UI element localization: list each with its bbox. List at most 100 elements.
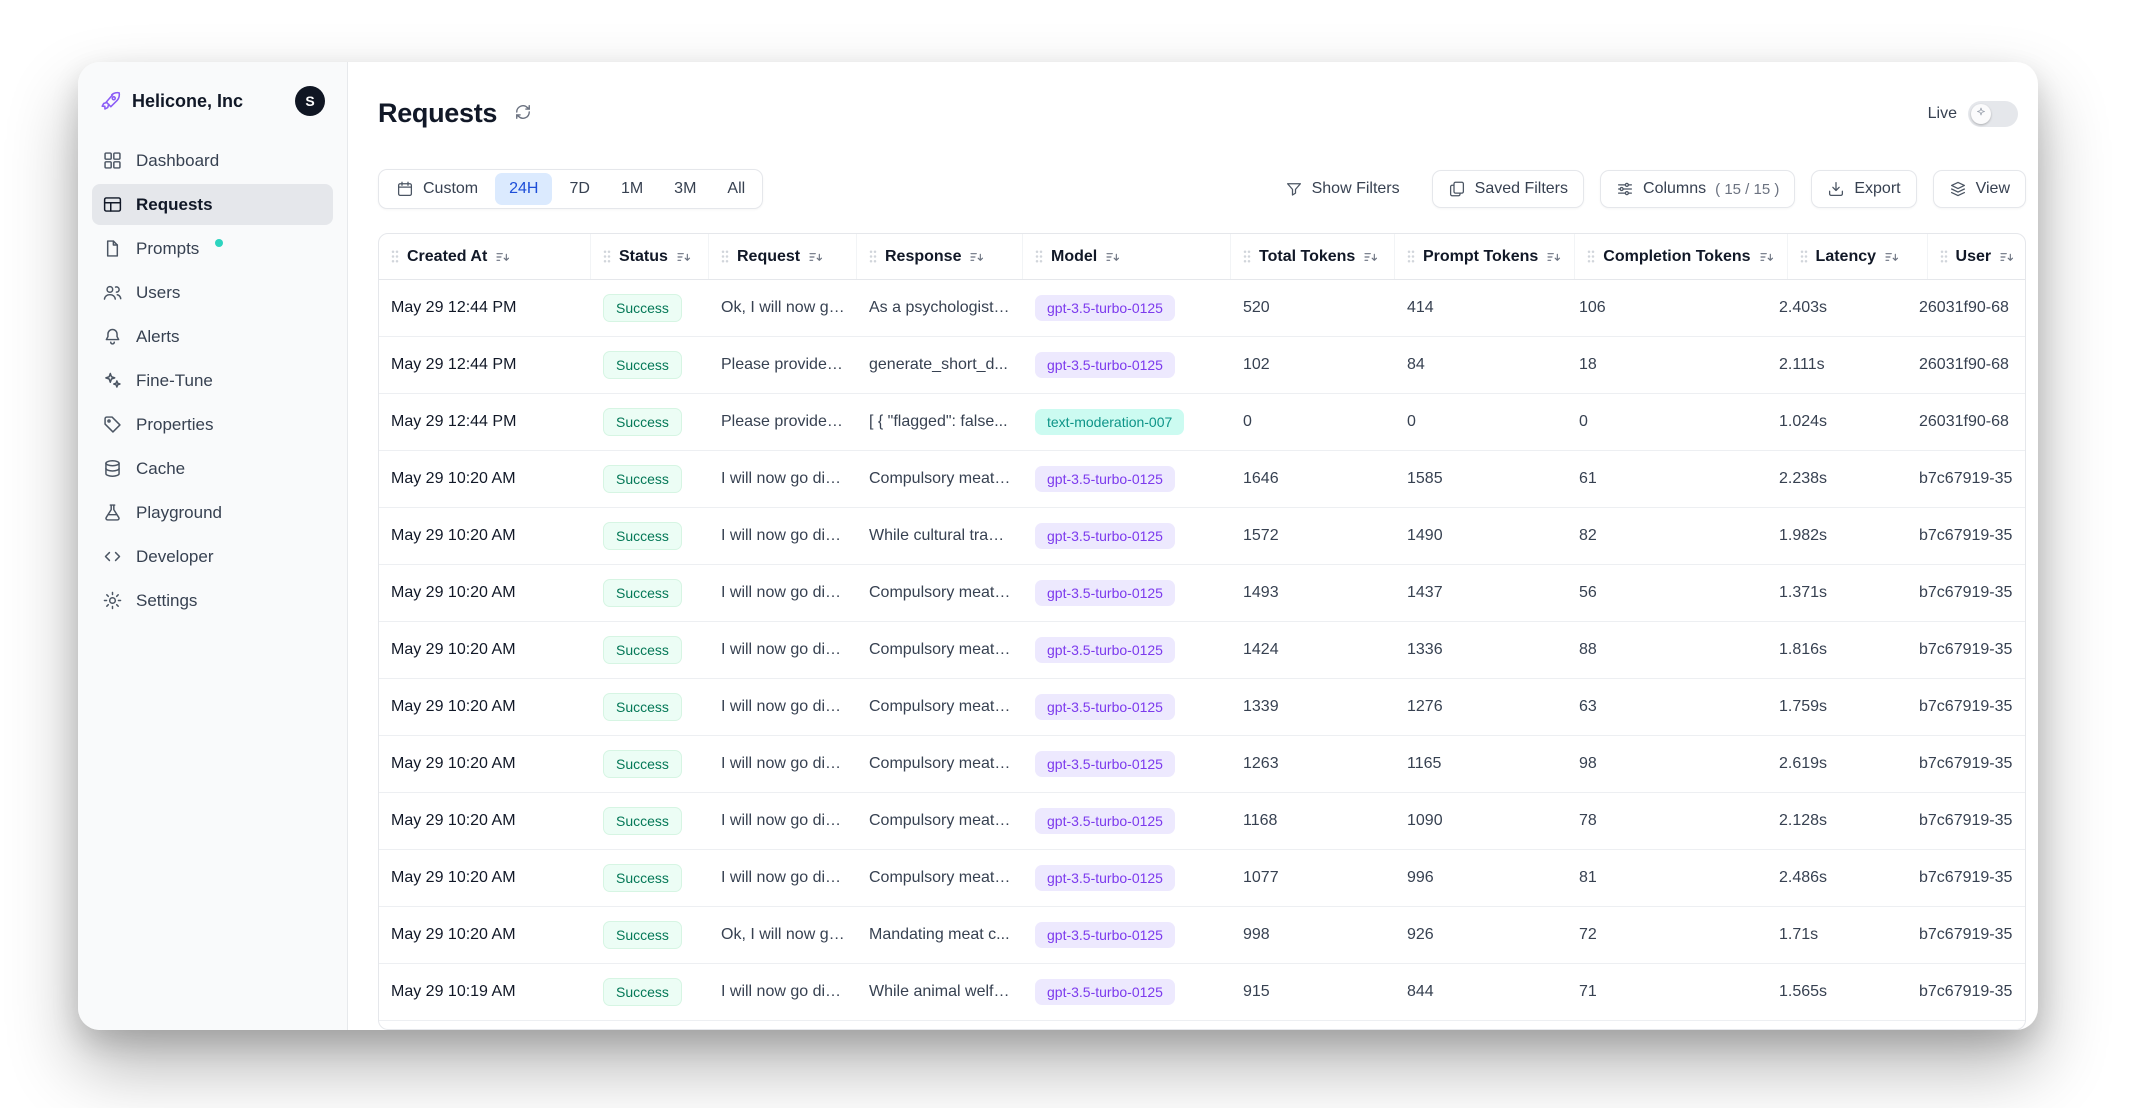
column-label: Request xyxy=(737,248,800,266)
table-row[interactable]: May 29 10:20 AMSuccessI will now go dire… xyxy=(379,622,2025,679)
sidebar-item-fine-tune[interactable]: Fine-Tune xyxy=(92,360,333,401)
cell-status: Success xyxy=(591,807,709,835)
range-tab-all[interactable]: All xyxy=(713,173,759,205)
drag-icon xyxy=(721,249,729,264)
table-row[interactable]: May 29 10:19 AMSuccessI will now go dire… xyxy=(379,964,2025,1021)
column-header-latency[interactable]: Latency xyxy=(1788,234,1928,279)
column-header-response[interactable]: Response xyxy=(857,234,1023,279)
column-header-completion-tokens[interactable]: Completion Tokens xyxy=(1575,234,1787,279)
column-header-status[interactable]: Status xyxy=(591,234,709,279)
cell-request: I will now go direct... xyxy=(709,983,857,1001)
cell-response: As a psychologist, ... xyxy=(857,299,1023,317)
sidebar-item-label: Requests xyxy=(136,195,213,215)
cell-response: Compulsory meat ... xyxy=(857,641,1023,659)
columns-button[interactable]: Columns( 15 / 15 ) xyxy=(1600,170,1795,208)
prompts-icon xyxy=(102,238,123,259)
cell-request: Please provide a s... xyxy=(709,356,857,374)
cell-model: gpt-3.5-turbo-0125 xyxy=(1023,694,1231,720)
sidebar-item-label: Settings xyxy=(136,591,197,611)
cell-latency: 1.024s xyxy=(1767,413,1907,431)
table-row[interactable]: May 29 10:20 AMSuccessI will now go dire… xyxy=(379,565,2025,622)
cell-request: I will now go direct... xyxy=(709,584,857,602)
sidebar-nav: Dashboard Requests PromptsUsersAlertsFine-… xyxy=(92,140,333,621)
cell-user: b7c67919-35 xyxy=(1907,641,2026,659)
cell-latency: 1.371s xyxy=(1767,584,1907,602)
export-button[interactable]: Export xyxy=(1811,170,1916,208)
live-control: Live xyxy=(1928,101,2026,127)
table-row[interactable]: May 29 10:20 AMSuccessOk, I will now giv… xyxy=(379,907,2025,964)
cell-prompt-tokens: 1336 xyxy=(1395,641,1567,659)
requests-icon xyxy=(102,194,123,215)
cell-total-tokens: 1572 xyxy=(1231,527,1395,545)
column-header-request[interactable]: Request xyxy=(709,234,857,279)
range-tab-3m[interactable]: 3M xyxy=(660,173,710,205)
range-tab-7d[interactable]: 7D xyxy=(555,173,603,205)
sidebar-item-properties[interactable]: Properties xyxy=(92,404,333,445)
sidebar-item-label: Cache xyxy=(136,459,185,479)
status-badge: Success xyxy=(603,693,682,721)
cell-completion-tokens: 88 xyxy=(1567,641,1767,659)
column-header-prompt-tokens[interactable]: Prompt Tokens xyxy=(1395,234,1575,279)
cell-user: b7c67919-35 xyxy=(1907,926,2026,944)
sort-icon xyxy=(1546,249,1562,265)
column-header-total-tokens[interactable]: Total Tokens xyxy=(1231,234,1395,279)
view-button[interactable]: View xyxy=(1933,170,2026,208)
sort-icon xyxy=(1363,249,1379,265)
fine-tune-icon xyxy=(102,370,123,391)
cell-created-at: May 29 10:20 AM xyxy=(379,698,591,716)
cell-completion-tokens: 82 xyxy=(1567,527,1767,545)
table-row[interactable]: May 29 10:20 AMSuccessI will now go dire… xyxy=(379,508,2025,565)
column-header-created-at[interactable]: Created At xyxy=(379,234,591,279)
cell-latency: 1.759s xyxy=(1767,698,1907,716)
table-row[interactable]: May 29 10:20 AMSuccessI will now go dire… xyxy=(379,736,2025,793)
model-badge: text-moderation-007 xyxy=(1035,409,1184,435)
sidebar-item-users[interactable]: Users xyxy=(92,272,333,313)
drag-icon xyxy=(1407,249,1415,264)
table-body: May 29 12:44 PMSuccessOk, I will now giv… xyxy=(379,280,2025,1021)
table-row[interactable]: May 29 10:20 AMSuccessI will now go dire… xyxy=(379,451,2025,508)
status-badge: Success xyxy=(603,636,682,664)
cell-model: gpt-3.5-turbo-0125 xyxy=(1023,922,1231,948)
page-header: Requests Live xyxy=(378,98,2026,129)
custom-range-button[interactable]: Custom xyxy=(382,173,492,205)
cell-prompt-tokens: 1090 xyxy=(1395,812,1567,830)
cell-user: b7c67919-35 xyxy=(1907,698,2026,716)
sidebar-item-playground[interactable]: Playground xyxy=(92,492,333,533)
drag-icon xyxy=(869,249,877,264)
table-row[interactable]: May 29 12:44 PMSuccessOk, I will now giv… xyxy=(379,280,2025,337)
saved-filters-button[interactable]: Saved Filters xyxy=(1432,170,1584,208)
range-tab-24h[interactable]: 24H xyxy=(495,173,552,205)
cell-model: gpt-3.5-turbo-0125 xyxy=(1023,751,1231,777)
table-row[interactable]: May 29 10:20 AMSuccessI will now go dire… xyxy=(379,679,2025,736)
cell-completion-tokens: 71 xyxy=(1567,983,1767,1001)
model-badge: gpt-3.5-turbo-0125 xyxy=(1035,580,1175,606)
column-label: Latency xyxy=(1816,248,1876,266)
table-row[interactable]: May 29 10:20 AMSuccessI will now go dire… xyxy=(379,793,2025,850)
cell-created-at: May 29 12:44 PM xyxy=(379,299,591,317)
sidebar-item-developer[interactable]: Developer xyxy=(92,536,333,577)
table-row[interactable]: May 29 10:20 AMSuccessI will now go dire… xyxy=(379,850,2025,907)
show-filters-button[interactable]: Show Filters xyxy=(1269,170,1416,208)
table-row[interactable]: May 29 12:44 PMSuccessPlease provide a s… xyxy=(379,394,2025,451)
range-tab-1m[interactable]: 1M xyxy=(607,173,657,205)
sparkle-icon xyxy=(1975,106,1987,121)
avatar[interactable]: S xyxy=(295,86,325,116)
sidebar-item-prompts[interactable]: Prompts xyxy=(92,228,333,269)
sidebar-item-dashboard[interactable]: Dashboard xyxy=(92,140,333,181)
sidebar-item-alerts[interactable]: Alerts xyxy=(92,316,333,357)
sidebar-item-settings[interactable]: Settings xyxy=(92,580,333,621)
live-toggle[interactable] xyxy=(1968,101,2018,127)
cell-total-tokens: 1339 xyxy=(1231,698,1395,716)
sidebar-item-cache[interactable]: Cache xyxy=(92,448,333,489)
sidebar-item-requests[interactable]: Requests xyxy=(92,184,333,225)
saved-filters-label: Saved Filters xyxy=(1475,180,1568,198)
cell-prompt-tokens: 844 xyxy=(1395,983,1567,1001)
table-row[interactable]: May 29 12:44 PMSuccessPlease provide a s… xyxy=(379,337,2025,394)
cell-status: Success xyxy=(591,465,709,493)
columns-label: Columns xyxy=(1643,180,1706,198)
column-header-model[interactable]: Model xyxy=(1023,234,1231,279)
status-badge: Success xyxy=(603,921,682,949)
export-icon xyxy=(1827,180,1845,198)
column-header-user[interactable]: User xyxy=(1928,234,2026,279)
refresh-button[interactable] xyxy=(513,102,533,125)
